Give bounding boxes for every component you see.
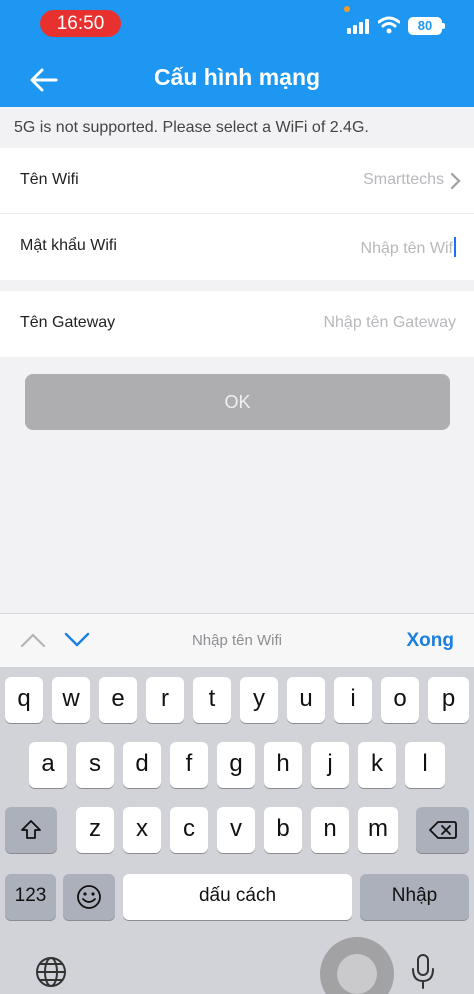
key-j[interactable]: j — [311, 742, 349, 788]
emoji-icon — [77, 885, 101, 909]
wifi-name-row[interactable]: Tên Wifi Smarttechs — [0, 148, 474, 214]
field-hint: Nhập tên Wifi — [191, 632, 283, 649]
key-v[interactable]: v — [217, 807, 255, 853]
microphone-icon[interactable] — [410, 953, 436, 991]
key-u[interactable]: u — [287, 677, 325, 723]
on-screen-keyboard: q w e r t y u i o p a s d f g h j k l z … — [0, 667, 474, 994]
key-i[interactable]: i — [334, 677, 372, 723]
emoji-key[interactable] — [63, 874, 115, 920]
shift-key[interactable] — [5, 807, 57, 853]
wifi-password-label: Mật khẩu Wifi — [20, 237, 117, 254]
gateway-label: Tên Gateway — [20, 314, 116, 331]
key-o[interactable]: o — [381, 677, 419, 723]
wifi-password-row[interactable]: Mật khẩu Wifi Nhập tên Wif — [0, 214, 474, 280]
key-x[interactable]: x — [123, 807, 161, 853]
key-h[interactable]: h — [264, 742, 302, 788]
wifi-password-input[interactable]: Nhập tên Wif — [361, 237, 456, 258]
app-header: 16:50 80 Cấu hình mạng — [0, 0, 474, 107]
key-r[interactable]: r — [146, 677, 184, 723]
keyboard-accessory-bar: Nhập tên Wifi Xong — [0, 613, 474, 667]
wifi-icon — [378, 16, 400, 34]
gateway-row[interactable]: Tên Gateway Nhập tên Gateway — [0, 291, 474, 357]
gateway-card: Tên Gateway Nhập tên Gateway — [0, 291, 474, 357]
numbers-key[interactable]: 123 — [5, 874, 56, 920]
key-w[interactable]: w — [52, 677, 90, 723]
battery-indicator: 80 — [408, 17, 445, 35]
key-y[interactable]: y — [240, 677, 278, 723]
key-g[interactable]: g — [217, 742, 255, 788]
key-n[interactable]: n — [311, 807, 349, 853]
gateway-input[interactable]: Nhập tên Gateway — [323, 314, 456, 332]
key-e[interactable]: e — [99, 677, 137, 723]
key-z[interactable]: z — [76, 807, 114, 853]
key-l[interactable]: l — [405, 742, 445, 788]
backspace-icon — [428, 821, 457, 839]
key-a[interactable]: a — [29, 742, 67, 788]
key-p[interactable]: p — [428, 677, 469, 723]
cellular-signal-icon — [347, 18, 371, 34]
globe-icon[interactable] — [34, 955, 68, 989]
shift-icon — [21, 820, 41, 839]
chevron-right-icon — [450, 172, 461, 190]
wifi-settings-card: Tên Wifi Smarttechs Mật khẩu Wifi Nhập t… — [0, 148, 474, 280]
return-key[interactable]: Nhập — [360, 874, 469, 920]
space-key[interactable]: dấu cách — [123, 874, 352, 920]
wifi-password-placeholder: Nhập tên Wif — [360, 240, 453, 257]
recording-dot-icon — [344, 6, 350, 12]
key-f[interactable]: f — [170, 742, 208, 788]
text-cursor — [454, 237, 456, 257]
key-s[interactable]: s — [76, 742, 114, 788]
key-t[interactable]: t — [193, 677, 231, 723]
wifi-name-value: Smarttechs — [363, 171, 444, 188]
key-m[interactable]: m — [358, 807, 398, 853]
key-k[interactable]: k — [358, 742, 396, 788]
key-b[interactable]: b — [264, 807, 302, 853]
assistive-touch-button[interactable] — [320, 937, 394, 994]
status-time: 16:50 — [40, 10, 121, 37]
page-title: Cấu hình mạng — [153, 64, 321, 90]
done-button[interactable]: Xong — [407, 630, 455, 652]
key-c[interactable]: c — [170, 807, 208, 853]
backspace-key[interactable] — [416, 807, 469, 853]
ok-button[interactable]: OK — [25, 374, 450, 430]
wifi-band-notice: 5G is not supported. Please select a WiF… — [0, 107, 474, 148]
key-d[interactable]: d — [123, 742, 161, 788]
wifi-name-label: Tên Wifi — [20, 171, 79, 188]
key-q[interactable]: q — [5, 677, 43, 723]
